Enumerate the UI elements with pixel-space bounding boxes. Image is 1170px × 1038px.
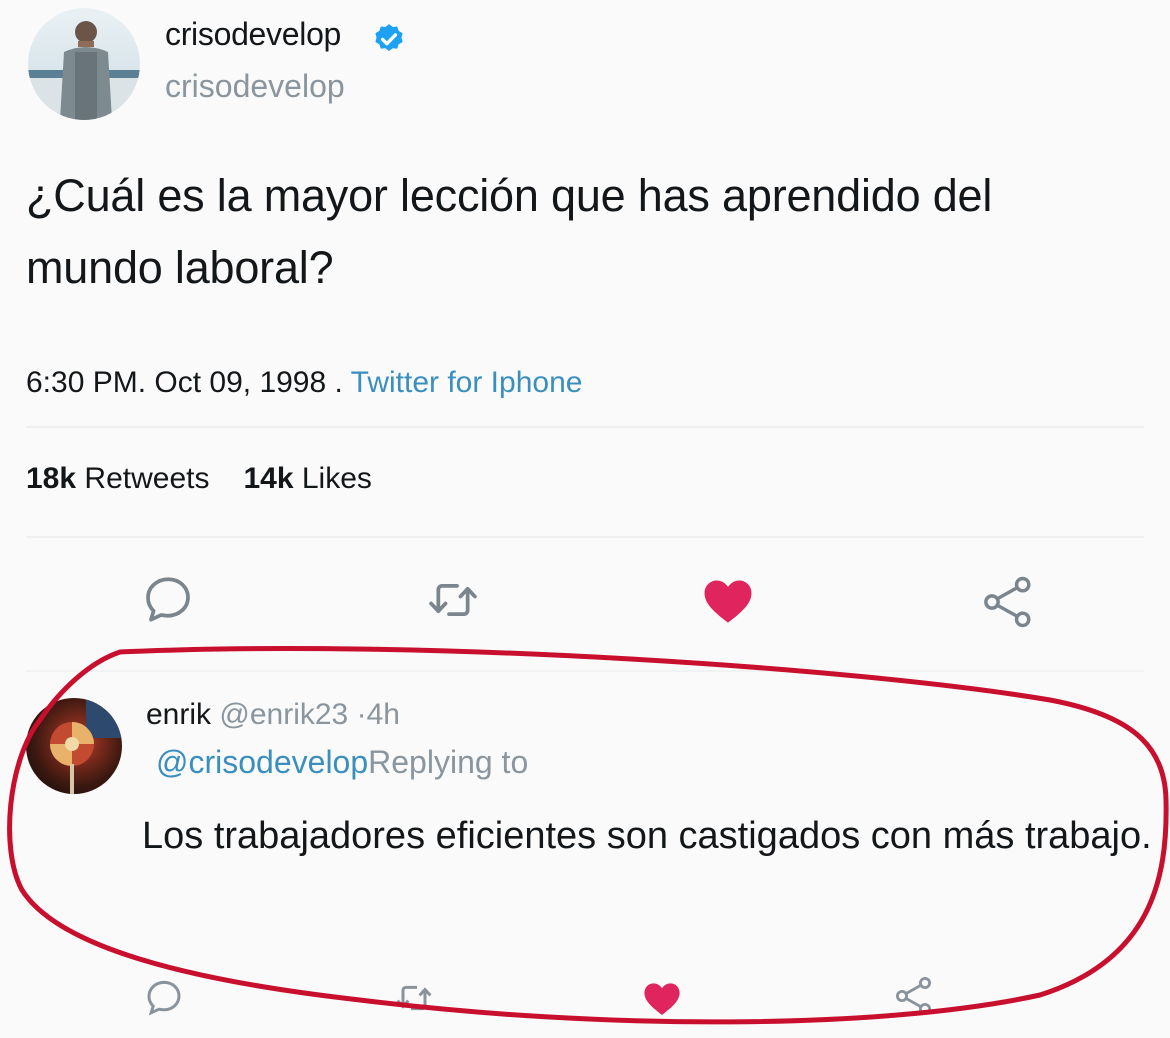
- share-icon[interactable]: [976, 570, 1040, 634]
- heart-icon[interactable]: [696, 568, 760, 632]
- tweet-stats: 18k Retweets 14k Likes: [26, 462, 372, 496]
- author-avatar-image: [28, 21, 140, 120]
- replying-to-label: Replying to: [368, 744, 529, 780]
- reply-author-handle[interactable]: @enrik23: [219, 698, 348, 731]
- author-handle[interactable]: crisodevelop: [165, 68, 345, 105]
- divider: [26, 426, 1144, 428]
- reply-icon[interactable]: [140, 974, 188, 1022]
- divider: [26, 670, 1144, 672]
- reply-time[interactable]: ·4h: [357, 698, 400, 731]
- author-name[interactable]: crisodevelop: [165, 16, 341, 53]
- share-icon[interactable]: [890, 972, 938, 1020]
- reply-header: enrik @enrik23 ·4h: [146, 698, 400, 732]
- reply-author-avatar[interactable]: [26, 698, 122, 794]
- reply-author-name[interactable]: enrik: [146, 698, 211, 731]
- heart-icon[interactable]: [638, 974, 686, 1022]
- likes-count: 14k: [243, 462, 294, 495]
- likes-label: Likes: [301, 462, 372, 495]
- tweet-meta: 6:30 PM. Oct 09, 1998 . Twitter for Ipho…: [26, 366, 582, 400]
- replying-to: @crisodevelopReplying to: [156, 744, 528, 781]
- retweet-icon[interactable]: [421, 568, 485, 632]
- retweets-count: 18k: [26, 462, 77, 495]
- highlight-ellipse-annotation: [7, 645, 1169, 1025]
- reply-text: Los trabajadores eficientes son castigad…: [142, 815, 1152, 857]
- meta-separator: .: [326, 366, 351, 399]
- retweets-stat[interactable]: 18k Retweets: [26, 462, 209, 495]
- tweet-source-link[interactable]: Twitter for Iphone: [351, 366, 583, 399]
- retweets-label: Retweets: [84, 462, 210, 495]
- reply-mention-link[interactable]: @crisodevelop: [156, 744, 368, 780]
- retweet-icon[interactable]: [390, 974, 438, 1022]
- tweet-timestamp[interactable]: 6:30 PM. Oct 09, 1998: [26, 366, 326, 399]
- verified-icon: [375, 24, 403, 52]
- divider: [26, 536, 1144, 538]
- reply-icon[interactable]: [136, 568, 200, 632]
- reply-avatar-image: [50, 698, 122, 794]
- tweet-text: ¿Cuál es la mayor lección que has aprend…: [26, 170, 993, 293]
- likes-stat[interactable]: 14k Likes: [243, 462, 371, 495]
- author-avatar[interactable]: [28, 8, 140, 120]
